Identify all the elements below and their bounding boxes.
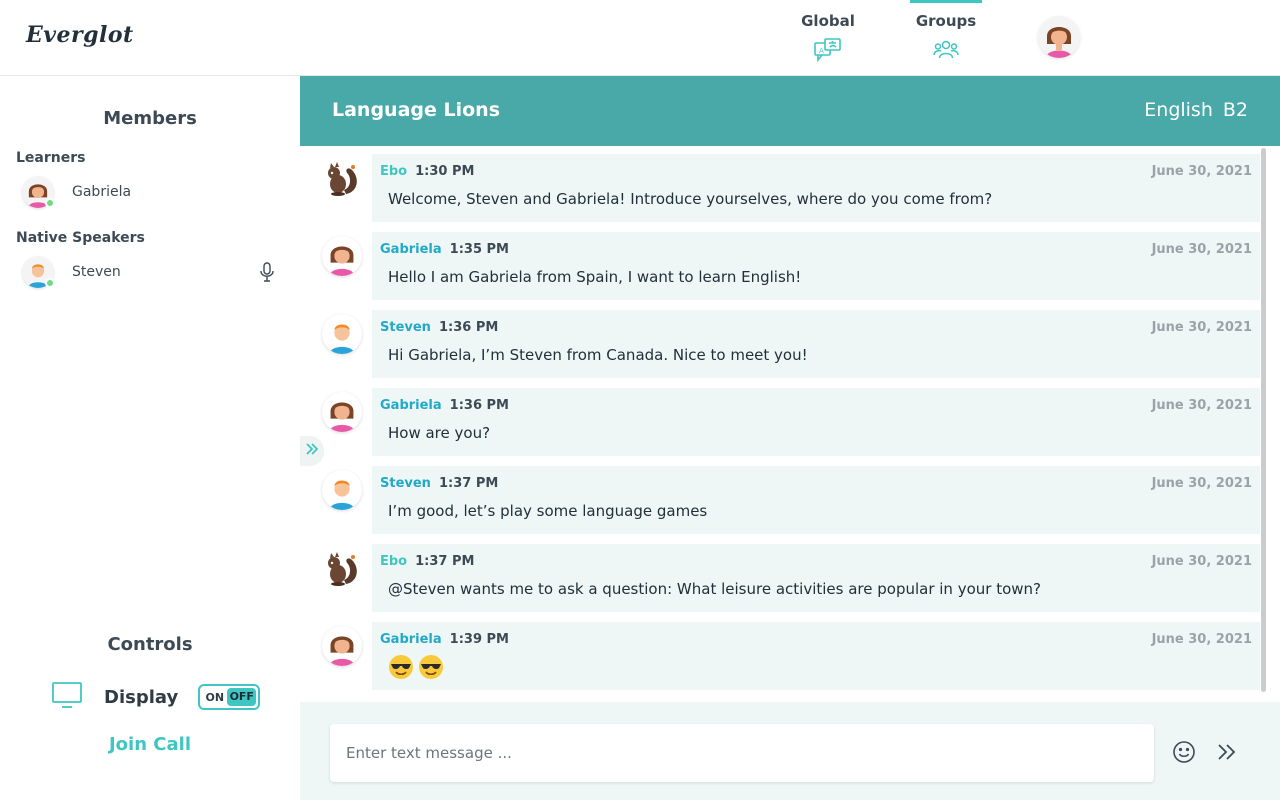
message-time: 1:36 PM <box>438 320 499 335</box>
join-call-button[interactable]: Join Call <box>0 734 300 755</box>
translate-chat-icon: A <box>814 38 842 66</box>
message-row: Ebo 1:37 PM June 30, 2021 @Steven wants me … <box>372 544 1260 612</box>
message-meta: Gabriela 1:39 PM <box>380 632 509 647</box>
message-date: June 30, 2021 <box>1151 398 1252 413</box>
message-text: @Steven wants me to ask a question: What… <box>388 580 1041 598</box>
microphone-icon[interactable] <box>260 262 274 286</box>
controls-title: Controls <box>107 634 193 655</box>
bot-avatar <box>322 548 362 588</box>
expand-sidebar-button[interactable] <box>300 436 324 466</box>
level-label: B2 <box>1222 99 1248 121</box>
user-avatar[interactable] <box>1038 16 1080 58</box>
sunglasses-emoji-icon <box>388 654 414 680</box>
emoji-picker-icon[interactable] <box>1172 740 1196 768</box>
message-row: Steven 1:37 PM June 30, 2021 I’m good, let’… <box>372 466 1260 534</box>
group-title: Language Lions <box>332 99 501 121</box>
message-time: 1:35 PM <box>449 242 509 257</box>
message-time: 1:36 PM <box>449 398 509 413</box>
active-tab-indicator <box>910 0 982 3</box>
member-gabriela[interactable]: Gabriela <box>22 174 282 210</box>
avatar <box>322 626 362 666</box>
monitor-icon <box>52 682 82 712</box>
message-author[interactable]: Steven <box>380 320 431 335</box>
message-row: Ebo 1:30 PM June 30, 2021 Welcome, Steven a… <box>372 154 1260 222</box>
message-composer <box>300 702 1280 800</box>
message-date: June 30, 2021 <box>1151 242 1252 257</box>
display-control: Display ON OFF <box>52 682 261 712</box>
group-language: English B2 <box>1144 99 1248 121</box>
avatar <box>322 392 362 432</box>
members-sidebar: Members Learners Gabriela Native Speaker… <box>0 76 300 800</box>
nav-tab-label: Global <box>801 12 855 30</box>
native-speakers-label: Native Speakers <box>16 230 145 246</box>
member-steven[interactable]: Steven <box>22 254 282 290</box>
message-author[interactable]: Ebo <box>380 554 407 569</box>
avatar <box>322 470 362 510</box>
nav-tab-label: Groups <box>915 12 977 30</box>
message-meta: Steven 1:37 PM <box>380 476 498 491</box>
toggle-off-label: OFF <box>227 688 257 706</box>
language-label: English <box>1144 99 1213 121</box>
member-name: Steven <box>72 264 121 280</box>
learners-label: Learners <box>16 150 86 166</box>
nav-tab-groups[interactable]: Groups <box>910 0 982 76</box>
message-time: 1:39 PM <box>449 632 509 647</box>
svg-text:A: A <box>819 47 824 55</box>
online-status-dot <box>45 278 55 288</box>
top-header: Everglot Global A Groups <box>0 0 1280 76</box>
message-date: June 30, 2021 <box>1151 164 1252 179</box>
message-text: I’m good, let’s play some language games <box>388 502 708 520</box>
message-time: 1:37 PM <box>438 476 499 491</box>
message-author[interactable]: Ebo <box>380 164 407 179</box>
message-list: Ebo 1:30 PM June 30, 2021 Welcome, Steven a… <box>300 146 1280 702</box>
message-time: 1:30 PM <box>415 164 475 179</box>
sunglasses-emoji-icon <box>418 654 444 680</box>
member-name: Gabriela <box>72 184 132 200</box>
online-status-dot <box>45 198 55 208</box>
message-meta: Gabriela 1:35 PM <box>380 242 509 257</box>
scrollbar[interactable] <box>1261 148 1266 692</box>
chat-header: Language Lions English B2 <box>300 76 1280 146</box>
avatar <box>322 314 362 354</box>
message-meta: Steven 1:36 PM <box>380 320 498 335</box>
bot-avatar <box>322 158 362 198</box>
avatar <box>22 256 55 288</box>
nav-tab-global[interactable]: Global A <box>796 0 860 76</box>
message-meta: Ebo 1:37 PM <box>380 554 474 569</box>
message-author[interactable]: Gabriela <box>380 632 442 647</box>
message-text: How are you? <box>388 424 491 442</box>
send-icon[interactable] <box>1216 742 1238 766</box>
message-row: Gabriela 1:39 PM June 30, 2021 <box>372 622 1260 690</box>
message-time: 1:37 PM <box>415 554 475 569</box>
avatar <box>22 176 55 208</box>
message-row: Gabriela 1:35 PM June 30, 2021 Hello I am G… <box>372 232 1260 300</box>
double-chevron-right-icon <box>304 441 320 461</box>
message-text: Hello I am Gabriela from Spain, I want t… <box>388 268 802 286</box>
message-date: June 30, 2021 <box>1151 320 1252 335</box>
message-date: June 30, 2021 <box>1151 632 1252 647</box>
message-row: Gabriela 1:36 PM June 30, 2021 How are you? <box>372 388 1260 456</box>
group-people-icon <box>933 38 959 64</box>
message-meta: Ebo 1:30 PM <box>380 164 474 179</box>
message-row: Steven 1:36 PM June 30, 2021 Hi Gabriela, I… <box>372 310 1260 378</box>
message-author[interactable]: Gabriela <box>380 242 442 257</box>
message-author[interactable]: Steven <box>380 476 431 491</box>
message-meta: Gabriela 1:36 PM <box>380 398 509 413</box>
message-text: Hi Gabriela, I’m Steven from Canada. Nic… <box>388 346 808 364</box>
app-logo[interactable]: Everglot <box>26 22 134 48</box>
avatar <box>322 236 362 276</box>
message-text: Welcome, Steven and Gabriela! Introduce … <box>388 190 993 208</box>
members-title: Members <box>103 108 197 129</box>
message-input[interactable] <box>330 724 1154 782</box>
message-date: June 30, 2021 <box>1151 476 1252 491</box>
message-author[interactable]: Gabriela <box>380 398 442 413</box>
toggle-on-label: ON <box>205 690 225 704</box>
message-emojis <box>388 654 448 680</box>
display-label: Display <box>104 686 179 708</box>
display-toggle[interactable]: ON OFF <box>198 684 261 710</box>
message-date: June 30, 2021 <box>1151 554 1252 569</box>
